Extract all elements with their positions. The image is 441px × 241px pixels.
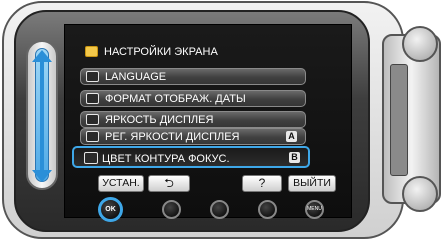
ok-hardware-button[interactable]: OK xyxy=(98,197,123,222)
menu-item-label: ФОРМАТ ОТОБРАЖ. ДАТЫ xyxy=(105,93,246,105)
set-button[interactable]: УСТАН. xyxy=(98,175,144,192)
screen-hinge xyxy=(372,26,441,212)
hardware-button-2[interactable] xyxy=(162,200,181,219)
menu-hardware-button[interactable]: MENU xyxy=(305,200,324,219)
backlight-icon xyxy=(86,131,99,142)
menu-item-language[interactable]: LANGUAGE xyxy=(80,68,306,85)
hinge-knob-top xyxy=(402,26,438,62)
scroll-bar-line xyxy=(40,62,44,170)
menu-item-label: РЕГ. ЯРКОСТИ ДИСПЛЕЯ xyxy=(105,131,240,143)
setting-value-badge: A xyxy=(286,131,297,142)
display-settings-icon xyxy=(85,46,98,57)
focus-assist-icon xyxy=(84,152,98,164)
scroll-down-icon[interactable] xyxy=(32,170,52,182)
menu-item-brightness[interactable]: ЯРКОСТЬ ДИСПЛЕЯ xyxy=(80,111,306,128)
menu-item-label: ЯРКОСТЬ ДИСПЛЕЯ xyxy=(105,114,214,126)
menu-item-label: LANGUAGE xyxy=(105,71,167,83)
language-icon xyxy=(86,71,99,82)
menu-item-backlight[interactable]: РЕГ. ЯРКОСТИ ДИСПЛЕЯ A xyxy=(80,128,306,145)
back-button[interactable]: ⮌ xyxy=(148,175,190,192)
setting-value-badge: B xyxy=(289,152,300,163)
menu-title-label: НАСТРОЙКИ ЭКРАНА xyxy=(104,46,218,58)
hardware-button-4[interactable] xyxy=(258,200,277,219)
menu-item-focus-color[interactable]: ЦВЕТ КОНТУРА ФОКУС. B xyxy=(72,146,310,168)
help-button[interactable]: ? xyxy=(242,175,282,192)
hinge-knob-bottom xyxy=(402,176,438,212)
brightness-icon xyxy=(86,114,99,125)
hinge-slot xyxy=(390,64,408,176)
date-format-icon xyxy=(86,93,99,104)
exit-button[interactable]: ВЫЙТИ xyxy=(288,175,336,192)
scroll-up-icon[interactable] xyxy=(32,50,52,62)
menu-title: НАСТРОЙКИ ЭКРАНА xyxy=(80,44,306,61)
menu-item-label: ЦВЕТ КОНТУРА ФОКУС. xyxy=(102,153,230,165)
hardware-button-3[interactable] xyxy=(210,200,229,219)
scroll-slider[interactable] xyxy=(26,40,58,190)
menu-item-date-format[interactable]: ФОРМАТ ОТОБРАЖ. ДАТЫ xyxy=(80,90,306,107)
